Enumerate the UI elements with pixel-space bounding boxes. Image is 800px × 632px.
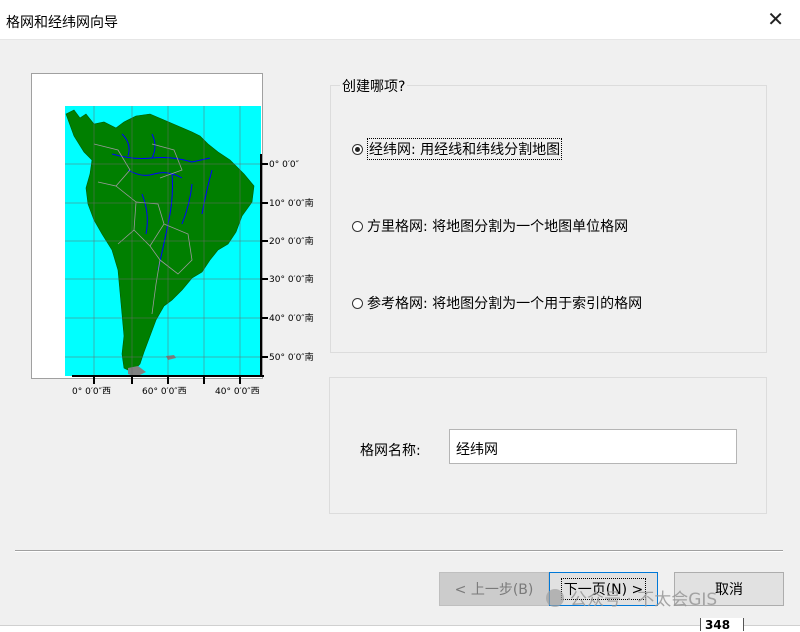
back-button[interactable]: < 上一步(B) bbox=[439, 572, 549, 606]
lat-label: 0° 0′0″ bbox=[269, 160, 300, 170]
lat-label: 10° 0′0″南 bbox=[269, 197, 314, 209]
grid-name-label: 格网名称: bbox=[360, 443, 421, 459]
map-preview-svg: 0° 0′0″ 10° 0′0″南 20° 0′0″南 30° 0′0″南 40… bbox=[65, 106, 314, 394]
lat-axis bbox=[260, 154, 268, 376]
lat-label: 40° 0′0″南 bbox=[269, 312, 314, 324]
lon-label: 0° 0′0″西 bbox=[72, 386, 111, 394]
window-title: 格网和经纬网向导 bbox=[6, 15, 118, 31]
radio-icon[interactable] bbox=[352, 220, 363, 232]
option-reference-grid[interactable]: 参考格网: 将地图分割为一个用于索引的格网 bbox=[352, 293, 642, 313]
cancel-label: 取消 bbox=[715, 582, 743, 598]
create-legend: 创建哪项? bbox=[340, 76, 408, 96]
separator bbox=[15, 550, 783, 552]
wizard-body: 0° 0′0″ 10° 0′0″南 20° 0′0″南 30° 0′0″南 40… bbox=[0, 40, 800, 632]
option-label: 经纬网: 用经线和纬线分割地图 bbox=[367, 138, 563, 160]
back-label: < 上一步(B) bbox=[454, 582, 534, 598]
option-label: 方里格网: 将地图分割为一个地图单位格网 bbox=[367, 219, 629, 235]
watermark-text: 公众号 · 不太会GIS bbox=[570, 590, 718, 610]
radio-icon[interactable] bbox=[352, 143, 363, 155]
option-label: 参考格网: 将地图分割为一个用于索引的格网 bbox=[367, 296, 643, 312]
option-graticule[interactable]: 经纬网: 用经线和纬线分割地图 bbox=[352, 138, 563, 160]
grid-name-input[interactable] bbox=[449, 429, 737, 464]
title-bar: 格网和经纬网向导 ✕ bbox=[0, 0, 800, 40]
lon-label: 40° 0′0″西 bbox=[215, 386, 260, 394]
lat-label: 20° 0′0″南 bbox=[269, 235, 314, 247]
close-icon[interactable]: ✕ bbox=[767, 9, 784, 29]
lat-label: 30° 0′0″南 bbox=[269, 273, 314, 285]
radio-icon[interactable] bbox=[352, 297, 363, 309]
graticule-preview: 0° 0′0″ 10° 0′0″南 20° 0′0″南 30° 0′0″南 40… bbox=[31, 73, 314, 394]
lon-label: 60° 0′0″西 bbox=[142, 386, 187, 394]
lat-label: 50° 0′0″南 bbox=[269, 351, 314, 363]
background-number: 348 bbox=[700, 618, 744, 631]
lon-axis bbox=[72, 375, 264, 384]
radio-dot-icon bbox=[355, 146, 360, 152]
watermark: 公众号 · 不太会GIS bbox=[546, 585, 717, 610]
wechat-icon bbox=[546, 588, 564, 607]
option-measured-grid[interactable]: 方里格网: 将地图分割为一个地图单位格网 bbox=[352, 216, 628, 236]
